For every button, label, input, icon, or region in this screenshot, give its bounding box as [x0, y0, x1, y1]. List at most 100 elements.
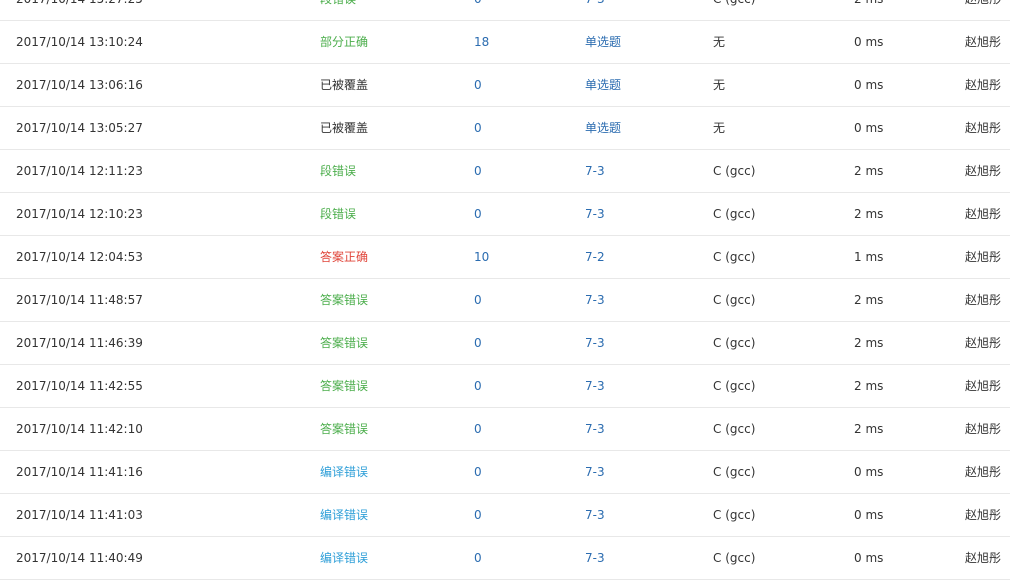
submission-user: 赵旭彤	[965, 465, 1002, 479]
submission-status[interactable]: 答案错误	[320, 408, 368, 451]
submission-compiler: C (gcc)	[713, 293, 756, 307]
submission-status[interactable]: 已被覆盖	[320, 64, 368, 107]
submission-time: 2017/10/14 11:41:16	[16, 465, 143, 479]
submission-user: 赵旭彤	[965, 422, 1002, 436]
submission-score[interactable]: 0	[474, 150, 482, 193]
submission-run-time: 2 ms	[854, 293, 884, 307]
submission-user: 赵旭彤	[965, 508, 1002, 522]
problem-link[interactable]: 7-3	[585, 365, 605, 408]
submission-compiler: C (gcc)	[713, 422, 756, 436]
problem-link[interactable]: 7-3	[585, 408, 605, 451]
submission-score[interactable]: 0	[474, 408, 482, 451]
table-row: 2017/10/14 15:27:25 段错误 0 7-3 C (gcc) 2 ms 赵旭彤	[0, 0, 1010, 21]
table-row: 2017/10/14 12:10:23 段错误 0 7-3 C (gcc) 2 ms 赵旭彤	[0, 193, 1010, 236]
submission-score[interactable]: 0	[474, 64, 482, 107]
submission-status[interactable]: 答案错误	[320, 279, 368, 322]
problem-link[interactable]: 7-2	[585, 236, 605, 279]
table-row: 2017/10/14 11:42:55 答案错误 0 7-3 C (gcc) 2 ms 赵旭…	[0, 365, 1010, 408]
problem-link[interactable]: 单选题	[585, 21, 621, 64]
submission-compiler: C (gcc)	[713, 551, 756, 565]
submission-run-time: 2 ms	[854, 379, 884, 393]
submission-user: 赵旭彤	[965, 164, 1002, 178]
submission-score[interactable]: 0	[474, 193, 482, 236]
submission-run-time: 2 ms	[854, 164, 884, 178]
problem-link[interactable]: 7-3	[585, 150, 605, 193]
submission-run-time: 0 ms	[854, 465, 884, 479]
submission-run-time: 0 ms	[854, 78, 884, 92]
submission-score[interactable]: 18	[474, 21, 489, 64]
submission-time: 2017/10/14 13:06:16	[16, 78, 143, 92]
table-row: 2017/10/14 12:11:23 段错误 0 7-3 C (gcc) 2 ms 赵旭彤	[0, 150, 1010, 193]
submission-score[interactable]: 0	[474, 494, 482, 537]
submission-run-time: 0 ms	[854, 508, 884, 522]
problem-link[interactable]: 7-3	[585, 0, 605, 21]
submission-time: 2017/10/14 11:46:39	[16, 336, 143, 350]
submission-time: 2017/10/14 12:04:53	[16, 250, 143, 264]
submission-status[interactable]: 答案错误	[320, 365, 368, 408]
submission-status[interactable]: 编译错误	[320, 451, 368, 494]
submission-compiler: 无	[713, 121, 726, 135]
problem-link[interactable]: 单选题	[585, 107, 621, 150]
submission-user: 赵旭彤	[965, 207, 1002, 221]
table-row: 2017/10/14 11:40:49 编译错误 0 7-3 C (gcc) 0 ms 赵旭…	[0, 537, 1010, 580]
submission-time: 2017/10/14 11:40:49	[16, 551, 143, 565]
submission-score[interactable]: 0	[474, 365, 482, 408]
submission-user: 赵旭彤	[965, 336, 1002, 350]
submission-score[interactable]: 10	[474, 236, 489, 279]
table-row: 2017/10/14 12:04:53 答案正确 10 7-2 C (gcc) 1 ms 赵…	[0, 236, 1010, 279]
submission-score[interactable]: 0	[474, 279, 482, 322]
submission-run-time: 0 ms	[854, 551, 884, 565]
table-row: 2017/10/14 13:10:24 部分正确 18 单选题 无 0 ms 赵旭彤	[0, 21, 1010, 64]
submission-time: 2017/10/14 11:41:03	[16, 508, 143, 522]
submission-status[interactable]: 已被覆盖	[320, 107, 368, 150]
submission-user: 赵旭彤	[965, 78, 1002, 92]
submission-run-time: 0 ms	[854, 35, 884, 49]
submission-score[interactable]: 0	[474, 537, 482, 580]
submission-compiler: C (gcc)	[713, 207, 756, 221]
table-row: 2017/10/14 11:41:03 编译错误 0 7-3 C (gcc) 0 ms 赵旭…	[0, 494, 1010, 537]
submission-user: 赵旭彤	[965, 0, 1001, 21]
submission-run-time: 2 ms	[854, 336, 884, 350]
submission-status[interactable]: 部分正确	[320, 21, 368, 64]
submission-compiler: C (gcc)	[713, 336, 756, 350]
submission-status[interactable]: 答案错误	[320, 322, 368, 365]
submission-status[interactable]: 段错误	[320, 193, 356, 236]
submission-run-time: 0 ms	[854, 121, 884, 135]
problem-link[interactable]: 7-3	[585, 537, 605, 580]
submission-compiler: C (gcc)	[713, 508, 756, 522]
problem-link[interactable]: 7-3	[585, 451, 605, 494]
submission-status[interactable]: 编译错误	[320, 494, 368, 537]
submission-run-time: 2 ms	[854, 207, 884, 221]
submission-time: 2017/10/14 13:05:27	[16, 121, 143, 135]
submission-user: 赵旭彤	[965, 35, 1002, 49]
submission-time: 2017/10/14 15:27:25	[16, 0, 143, 21]
submission-compiler: C (gcc)	[713, 250, 756, 264]
submission-status[interactable]: 答案正确	[320, 236, 368, 279]
problem-link[interactable]: 7-3	[585, 193, 605, 236]
submission-status[interactable]: 段错误	[320, 0, 356, 21]
submission-compiler: 无	[713, 78, 726, 92]
table-row: 2017/10/14 11:41:16 编译错误 0 7-3 C (gcc) 0 ms 赵旭…	[0, 451, 1010, 494]
problem-link[interactable]: 单选题	[585, 64, 621, 107]
submission-user: 赵旭彤	[965, 551, 1002, 565]
submission-status[interactable]: 段错误	[320, 150, 356, 193]
submission-user: 赵旭彤	[965, 121, 1002, 135]
submission-run-time: 1 ms	[854, 250, 884, 264]
submission-compiler: C (gcc)	[713, 0, 755, 21]
submission-time: 2017/10/14 12:11:23	[16, 164, 143, 178]
problem-link[interactable]: 7-3	[585, 494, 605, 537]
submission-score[interactable]: 0	[474, 107, 482, 150]
problem-link[interactable]: 7-3	[585, 279, 605, 322]
submission-score[interactable]: 0	[474, 322, 482, 365]
submission-time: 2017/10/14 11:42:55	[16, 379, 143, 393]
table-row: 2017/10/14 11:42:10 答案错误 0 7-3 C (gcc) 2 ms 赵旭…	[0, 408, 1010, 451]
table-row: 2017/10/14 13:06:16 已被覆盖 0 单选题 无 0 ms 赵旭彤	[0, 64, 1010, 107]
submission-status[interactable]: 编译错误	[320, 537, 368, 580]
problem-link[interactable]: 7-3	[585, 322, 605, 365]
submission-score[interactable]: 0	[474, 0, 482, 21]
submission-run-time: 2 ms	[854, 422, 884, 436]
submission-score[interactable]: 0	[474, 451, 482, 494]
submissions-table: 2017/10/14 15:27:25 段错误 0 7-3 C (gcc) 2 ms 赵旭彤…	[0, 0, 1010, 580]
submission-user: 赵旭彤	[965, 293, 1002, 307]
table-row: 2017/10/14 11:48:57 答案错误 0 7-3 C (gcc) 2 ms 赵旭…	[0, 279, 1010, 322]
